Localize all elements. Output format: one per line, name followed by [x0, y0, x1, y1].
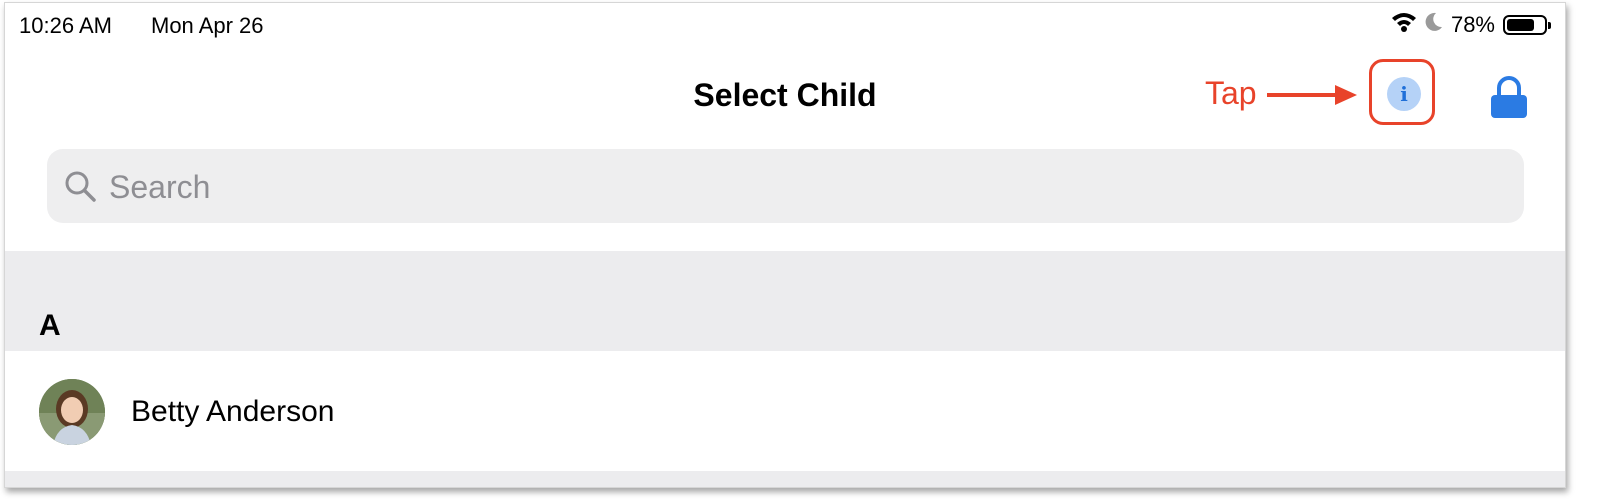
status-bar: 10:26 AM Mon Apr 26 78%	[5, 3, 1565, 47]
section-header-bar	[5, 251, 1565, 351]
app-window: 10:26 AM Mon Apr 26 78% Select Child Tap…	[4, 2, 1566, 488]
arrow-right-icon	[1267, 83, 1359, 112]
wifi-icon	[1391, 11, 1417, 39]
search-icon	[63, 169, 97, 208]
list-footer	[5, 471, 1565, 487]
moon-icon	[1425, 12, 1443, 38]
lock-icon[interactable]	[1489, 75, 1529, 124]
info-glyph: i	[1400, 82, 1408, 106]
status-time: 10:26 AM	[19, 13, 112, 38]
battery-percent: 78%	[1450, 12, 1495, 37]
status-indicators: 78%	[1391, 11, 1551, 39]
list-item[interactable]: Betty Anderson	[5, 351, 1565, 471]
avatar	[39, 379, 105, 445]
battery-fill	[1507, 19, 1535, 31]
info-icon[interactable]: i	[1387, 77, 1421, 111]
child-name: Betty Anderson	[131, 395, 335, 428]
search-bar[interactable]	[47, 149, 1524, 225]
status-date: Mon Apr 26	[151, 13, 264, 38]
tap-annotation: Tap	[1205, 75, 1257, 111]
battery-icon	[1503, 15, 1551, 35]
search-input[interactable]	[107, 149, 1491, 225]
section-header-label: A	[39, 309, 61, 342]
